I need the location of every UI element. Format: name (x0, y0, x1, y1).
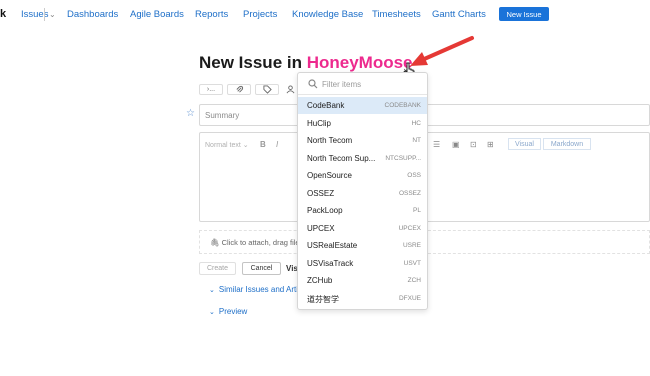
new-issue-button[interactable]: New Issue (499, 7, 549, 21)
chevron-down-icon[interactable]: ⌄ (49, 10, 56, 19)
image-icon[interactable]: ▣ (452, 140, 460, 149)
project-option[interactable]: USRealEstate USRE (298, 237, 427, 254)
similar-issues-toggle[interactable]: ⌄ Similar Issues and Arti (209, 285, 298, 294)
project-option-key: PL (413, 207, 421, 214)
create-button[interactable]: Create (199, 262, 236, 275)
list-icon[interactable]: ☰ (433, 140, 440, 149)
project-option[interactable]: CodeBank CODEBANK (298, 97, 427, 114)
nav-agile-boards[interactable]: Agile Boards (130, 9, 184, 20)
project-option-key: USVT (403, 259, 421, 267)
nav-dashboards[interactable]: Dashboards (67, 9, 118, 20)
nav-gantt-charts[interactable]: Gantt Charts (432, 9, 486, 20)
project-option-name: UPCEX (307, 223, 335, 233)
bold-button[interactable]: B (260, 140, 266, 149)
project-dropdown: CodeBankCODEBANKHuClipHCNorth TecomNTNor… (297, 72, 428, 310)
project-option[interactable]: USVisaTrack USVT (298, 255, 427, 272)
project-option-name: CodeBank (307, 101, 345, 110)
project-option-key: HC (411, 119, 421, 127)
app-logo[interactable]: k (0, 8, 6, 20)
visual-tab[interactable]: Visual (508, 138, 541, 150)
project-option-name: OpenSource (307, 171, 352, 180)
chevron-down-icon: ⌄ (209, 309, 215, 316)
project-option[interactable]: North Tecom Sup... NTCSUPP... (298, 150, 427, 167)
project-option-name: USRealEstate (307, 241, 358, 250)
project-option-name: HuClip (307, 118, 332, 128)
nav-separator (44, 8, 45, 21)
project-option-name: PackLoop (307, 206, 343, 215)
project-option-name: ZCHub (307, 276, 333, 285)
project-selector[interactable]: HoneyMoose (307, 53, 413, 72)
project-option-key: ZCH (407, 277, 421, 284)
project-option[interactable]: North Tecom NT (298, 132, 427, 149)
filter-input[interactable] (322, 77, 422, 91)
project-option-key: NTCSUPP... (385, 154, 421, 162)
preview-toggle[interactable]: ⌄ Preview (209, 307, 247, 316)
paperclip-icon: 🖇 (210, 238, 220, 247)
table-icon[interactable]: ⊞ (487, 140, 494, 149)
project-option-key: NT (412, 137, 421, 144)
project-option-name: 道芬智学 (307, 294, 339, 304)
title-prefix: New Issue in (199, 53, 302, 72)
nav-timesheets[interactable]: Timesheets (372, 9, 421, 20)
cancel-button[interactable]: Cancel (242, 262, 281, 275)
project-option-key: USRE (402, 242, 421, 249)
project-option-name: North Tecom Sup... (307, 153, 376, 163)
code-icon[interactable]: ⊡ (470, 140, 477, 149)
top-navigation: k Issues ⌄ Dashboards Agile Boards Repor… (0, 0, 650, 30)
project-option[interactable]: OSSEZ OSSEZ (298, 185, 427, 202)
project-option-key: OSSEZ (398, 189, 421, 197)
italic-button[interactable]: I (276, 140, 278, 149)
page-title: New Issue in HoneyMoose (199, 53, 413, 73)
project-option[interactable]: HuClip HC (298, 115, 427, 132)
project-option-key: OSS (407, 172, 421, 179)
project-option-key: CODEBANK (384, 102, 421, 109)
filter-box (298, 73, 427, 95)
attachment-icon[interactable] (227, 84, 251, 95)
project-option-name: OSSEZ (307, 188, 335, 198)
project-option[interactable]: UPCEX UPCEX (298, 220, 427, 237)
project-option[interactable]: ZCHub ZCH (298, 272, 427, 289)
markdown-tab[interactable]: Markdown (543, 138, 591, 150)
user-icon[interactable] (283, 84, 297, 95)
tag-icon[interactable] (255, 84, 279, 95)
nav-projects[interactable]: Projects (243, 9, 277, 20)
text-style-select[interactable]: Normal text ⌄ (205, 141, 249, 149)
project-option-name: North Tecom (307, 136, 353, 145)
chevron-down-icon: ⌄ (209, 287, 215, 294)
project-option-key: DFXUE (398, 294, 421, 302)
nav-reports[interactable]: Reports (195, 9, 228, 20)
project-option-key: UPCEX (398, 224, 421, 232)
project-option[interactable]: 道芬智学 DFXUE (298, 290, 427, 307)
command-icon[interactable]: ›... (199, 84, 223, 95)
nav-knowledge-base[interactable]: Knowledge Base (292, 9, 363, 20)
star-icon[interactable]: ☆ (186, 108, 195, 119)
project-option[interactable]: OpenSource OSS (298, 167, 427, 184)
project-option-name: USVisaTrack (307, 258, 354, 268)
search-icon (308, 79, 318, 89)
project-option[interactable]: PackLoop PL (298, 202, 427, 219)
